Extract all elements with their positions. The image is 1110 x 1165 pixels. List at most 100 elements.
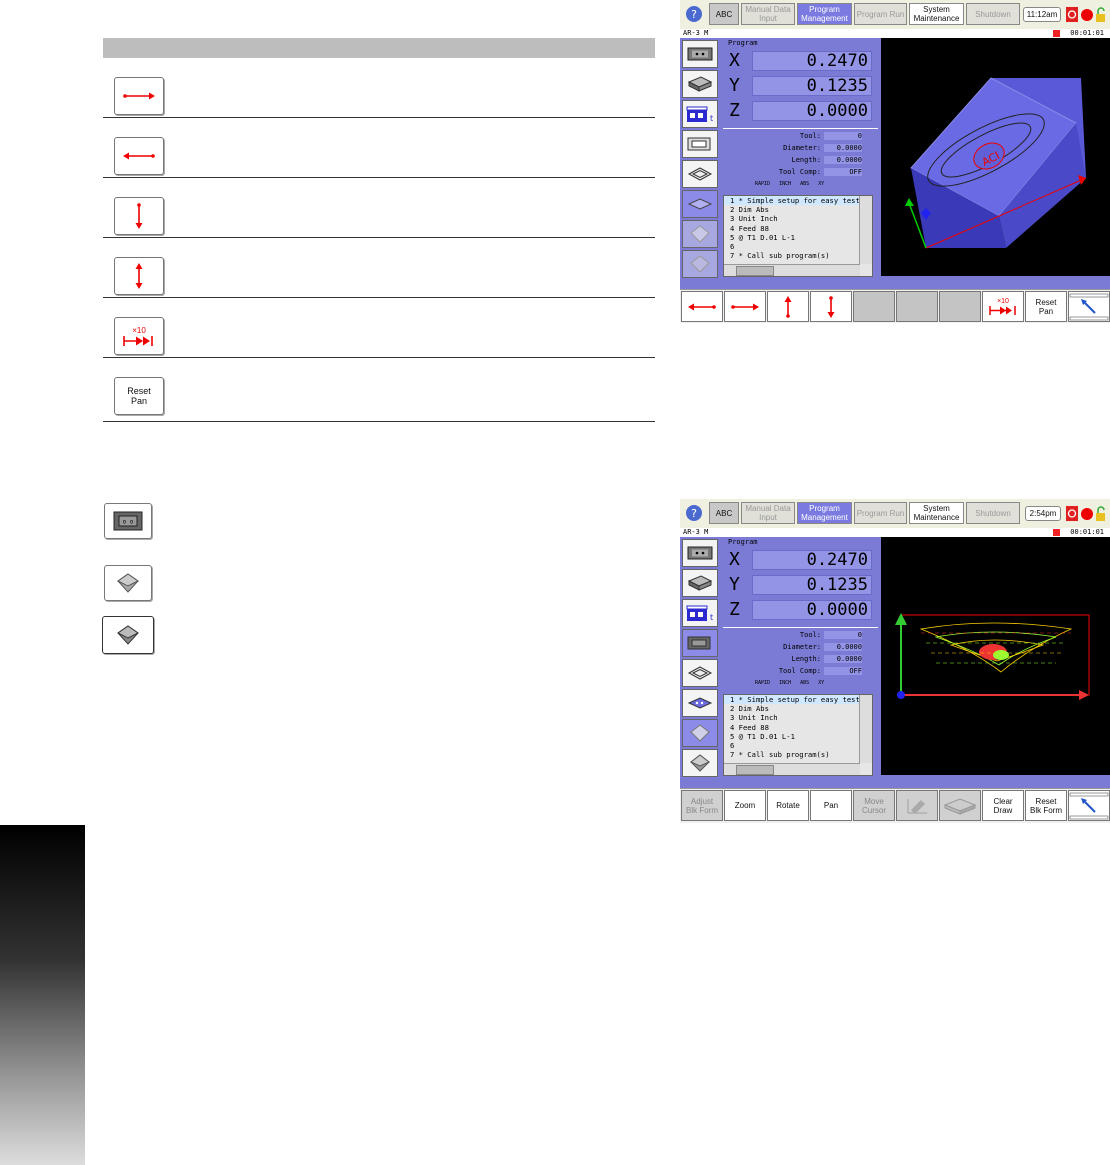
sidebar-view-side[interactable] [682, 629, 718, 657]
arrow-down-icon [827, 295, 835, 318]
3d-viewport[interactable]: ACI [881, 38, 1110, 276]
manual-data-input-button[interactable]: Manual Data Input [741, 3, 795, 25]
move-cursor-button[interactable]: Move Cursor [853, 790, 895, 821]
pan-right-button[interactable] [724, 291, 766, 322]
view-solid-softkey[interactable] [102, 616, 154, 654]
table-row [103, 58, 655, 118]
alarm-icon [1066, 7, 1078, 22]
reset-pan-softkey[interactable]: Reset Pan [114, 377, 164, 415]
table-row [103, 238, 655, 298]
manual-data-input-button[interactable]: Manual Data Input [741, 502, 795, 524]
keyboard-cursor-icon [1069, 293, 1109, 320]
timer-icon [1053, 30, 1060, 37]
clear-draw-button[interactable]: Clear Draw [982, 790, 1024, 821]
pan-up-button[interactable] [767, 291, 809, 322]
block-front-icon: t [686, 605, 713, 622]
pan-button[interactable]: Pan [810, 790, 852, 821]
x10-button[interactable]: ×10 [982, 291, 1024, 322]
horizontal-scrollbar[interactable] [724, 763, 860, 775]
shutdown-button[interactable]: Shutdown [966, 502, 1020, 524]
keyboard-toggle-button[interactable] [1068, 291, 1110, 322]
x10-label: ×10 [132, 325, 146, 335]
help-button[interactable]: ? [682, 3, 706, 25]
comp-value: OFF [824, 168, 862, 176]
sidebar-solid-gray[interactable] [682, 719, 718, 747]
help-button[interactable]: ? [682, 502, 706, 524]
program-management-button[interactable]: Program Management [797, 502, 852, 524]
pan-up-down-softkey[interactable] [114, 257, 164, 295]
abc-button[interactable]: ABC [709, 3, 739, 25]
sidebar-view-front[interactable]: t [682, 599, 718, 627]
softkey-bar: ×10 Reset Pan [680, 289, 1110, 323]
top-menu-bar: ? ABC Manual Data Input Program Management… [680, 0, 1110, 30]
sidebar-solid-gray[interactable] [682, 220, 718, 248]
svg-text:t: t [710, 613, 713, 622]
x10-softkey[interactable]: ×10 [114, 317, 164, 355]
reset-pan-line1: Reset [127, 386, 151, 396]
mode-label: AR-3 M [683, 29, 709, 37]
arrow-right-icon [123, 92, 155, 100]
zoom-button[interactable]: Zoom [724, 790, 766, 821]
screen-2d-view: ? ABC Manual Data Input Program Management… [680, 499, 1110, 823]
plot-pen-icon [907, 798, 927, 814]
abc-button[interactable]: ABC [709, 502, 739, 524]
block-side-icon [687, 137, 711, 151]
view-iso-softkey[interactable] [104, 565, 152, 601]
program-run-button[interactable]: Program Run [854, 3, 907, 25]
2d-viewport[interactable] [881, 537, 1110, 775]
pan-left-button[interactable] [681, 291, 723, 322]
shutdown-button[interactable]: Shutdown [966, 3, 1020, 25]
axis-value: 0.2470 [752, 550, 872, 570]
block-top-icon [687, 47, 713, 61]
view-top-softkey[interactable]: o o [104, 503, 152, 539]
sidebar-solid[interactable] [682, 250, 718, 278]
axis-value: 0.0000 [752, 101, 872, 121]
program-line: 4 Feed 88 [730, 722, 769, 732]
sidebar-view-outline[interactable] [682, 160, 718, 188]
program-listing[interactable]: 1 * Simple setup for easy test 2 Dim Abs… [723, 195, 873, 277]
pan-down-button[interactable] [810, 291, 852, 322]
sidebar-view-top[interactable] [682, 539, 718, 567]
vertical-scrollbar[interactable] [859, 196, 872, 264]
adjust-blk-form-button[interactable]: Adjust Blk Form [681, 790, 723, 821]
length-value: 0.0000 [824, 156, 862, 164]
sidebar-view-iso[interactable] [682, 569, 718, 597]
system-maintenance-button[interactable]: System Maintenance [909, 3, 964, 25]
clock: 2:54pm [1025, 506, 1061, 521]
empty-softkey [939, 291, 981, 322]
sidebar-view-front[interactable]: t [682, 100, 718, 128]
pan-right-softkey[interactable] [114, 77, 164, 115]
keyboard-toggle-button[interactable] [1068, 790, 1110, 821]
axis-row-z: Z 0.0000 [729, 599, 874, 621]
program-management-button[interactable]: Program Management [797, 3, 852, 25]
sidebar-view-outline[interactable] [682, 659, 718, 687]
system-maintenance-button[interactable]: System Maintenance [909, 502, 964, 524]
sidebar-view-iso[interactable] [682, 70, 718, 98]
plot-marker-button[interactable] [896, 790, 938, 821]
status-icons [1066, 7, 1105, 22]
sidebar-view-top[interactable] [682, 40, 718, 68]
program-line: 1 * Simple setup for easy test [724, 196, 860, 206]
reset-pan-button[interactable]: Reset Pan [1025, 291, 1067, 322]
reset-blk-form-button[interactable]: Reset Blk Form [1025, 790, 1067, 821]
arrow-up-down-icon [135, 263, 143, 289]
block-top-icon [687, 546, 713, 560]
pan-down-softkey[interactable] [114, 197, 164, 235]
sidebar-view-3d[interactable] [682, 190, 718, 218]
program-listing[interactable]: 1 * Simple setup for easy test 2 Dim Abs… [723, 694, 873, 776]
sidebar-solid[interactable] [682, 749, 718, 777]
program-line: 5 @ T1 D.01 L-1 [730, 731, 795, 741]
solid-icon [690, 754, 710, 772]
softkey-bar: Adjust Blk Form Zoom Rotate Pan Move Curso… [680, 788, 1110, 823]
diameter-value: 0.0000 [824, 643, 862, 651]
arrow-up-icon [784, 295, 792, 318]
horizontal-scrollbar[interactable] [724, 264, 860, 276]
program-run-button[interactable]: Program Run [854, 502, 907, 524]
sidebar-view-3d[interactable] [682, 689, 718, 717]
3d-block-render: ACI [905, 77, 1087, 249]
vertical-scrollbar[interactable] [859, 695, 872, 763]
rotate-button[interactable]: Rotate [767, 790, 809, 821]
block-outline-button[interactable] [939, 790, 981, 821]
sidebar-view-side[interactable] [682, 130, 718, 158]
pan-left-softkey[interactable] [114, 137, 164, 175]
